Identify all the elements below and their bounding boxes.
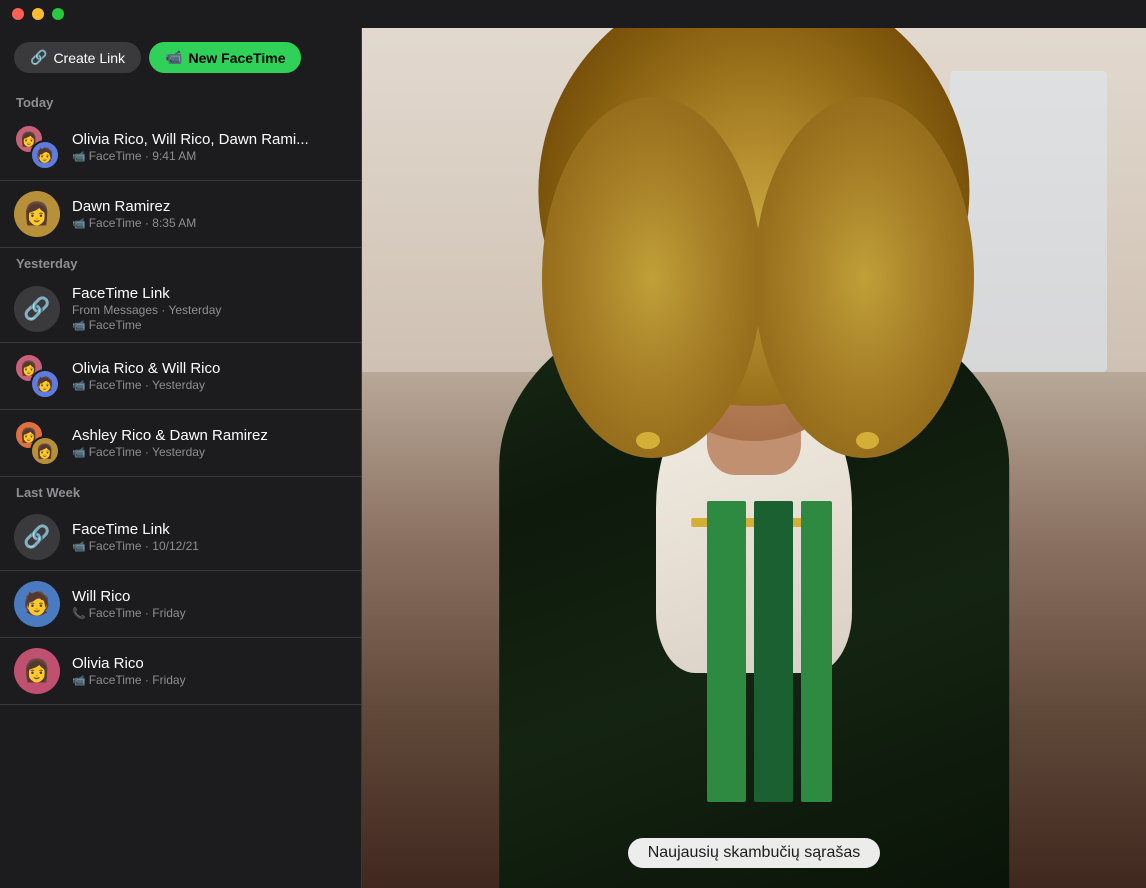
call-info: Olivia Rico, Will Rico, Dawn Rami... 📹 F…	[72, 131, 347, 163]
call-info: FaceTime Link 📹 FaceTime · 10/12/21	[72, 521, 347, 553]
group-avatar: 👩 🧑	[14, 124, 60, 170]
avatar-will: 🧑	[14, 581, 60, 627]
section-header-yesterday: Yesterday	[0, 248, 361, 275]
caption-area: Naujausių skambučių sąrašas	[362, 838, 1146, 888]
call-info: Ashley Rico & Dawn Ramirez 📹 FaceTime · …	[72, 427, 347, 459]
list-item[interactable]: 👩 Dawn Ramirez 📹 FaceTime · 8:35 AM	[0, 181, 361, 248]
new-facetime-label: New FaceTime	[188, 50, 285, 66]
avatar-link: 🔗	[14, 286, 60, 332]
link-icon: 🔗	[30, 49, 47, 66]
maximize-button[interactable]	[52, 8, 64, 20]
call-name: Olivia Rico & Will Rico	[72, 360, 347, 377]
video-area: Naujausių skambučių sąrašas	[362, 28, 1146, 888]
group-avatar: 👩 👩	[14, 420, 60, 466]
chain-link-icon: 🔗	[23, 296, 50, 322]
sidebar: 🔗 Create Link 📹 New FaceTime Today 👩 🧑 O…	[0, 28, 362, 888]
call-name: Ashley Rico & Dawn Ramirez	[72, 427, 347, 444]
call-subtitle: 📹 FaceTime · 9:41 AM	[72, 149, 347, 163]
avatar-dawn: 👩	[30, 436, 60, 466]
call-name: Will Rico	[72, 588, 347, 605]
call-name: Dawn Ramirez	[72, 198, 347, 215]
call-subtitle: 📹 FaceTime · Yesterday	[72, 445, 347, 459]
call-subtitle: 📞 FaceTime · Friday	[72, 606, 347, 620]
toolbar: 🔗 Create Link 📹 New FaceTime	[0, 28, 361, 87]
call-info: Dawn Ramirez 📹 FaceTime · 8:35 AM	[72, 198, 347, 230]
section-header-today: Today	[0, 87, 361, 114]
list-item[interactable]: 👩 🧑 Olivia Rico, Will Rico, Dawn Rami...…	[0, 114, 361, 181]
video-icon: 📹	[72, 540, 86, 553]
call-name: FaceTime Link	[72, 521, 347, 538]
list-item[interactable]: 👩 🧑 Olivia Rico & Will Rico 📹 FaceTime ·…	[0, 343, 361, 410]
create-link-label: Create Link	[53, 50, 125, 66]
title-bar	[0, 0, 1146, 28]
close-button[interactable]	[12, 8, 24, 20]
list-item[interactable]: 🧑 Will Rico 📞 FaceTime · Friday	[0, 571, 361, 638]
list-item[interactable]: 👩 Olivia Rico 📹 FaceTime · Friday	[0, 638, 361, 705]
avatar-will: 🧑	[30, 369, 60, 399]
create-link-button[interactable]: 🔗 Create Link	[14, 42, 141, 73]
video-icon: 📹	[72, 379, 86, 392]
chain-link-icon: 🔗	[23, 524, 50, 550]
call-subtitle: 📹 FaceTime · Friday	[72, 673, 347, 687]
video-icon: 📹	[72, 674, 86, 687]
video-icon: 📹	[72, 150, 86, 163]
call-info: Will Rico 📞 FaceTime · Friday	[72, 588, 347, 620]
call-name: Olivia Rico	[72, 655, 347, 672]
list-item[interactable]: 🔗 FaceTime Link 📹 FaceTime · 10/12/21	[0, 504, 361, 571]
avatar-olivia: 👩	[14, 648, 60, 694]
video-icon: 📹	[72, 319, 86, 332]
video-icon: 📹	[72, 217, 86, 230]
phone-icon: 📞	[72, 607, 86, 620]
call-subtitle: 📹 FaceTime · Yesterday	[72, 378, 347, 392]
video-icon: 📹	[72, 446, 86, 459]
avatar-link: 🔗	[14, 514, 60, 560]
call-subtitle: 📹 FaceTime · 8:35 AM	[72, 216, 347, 230]
call-name: FaceTime Link	[72, 285, 347, 302]
avatar-dawn: 👩	[14, 191, 60, 237]
call-info: FaceTime Link From Messages · Yesterday …	[72, 285, 347, 332]
call-info: Olivia Rico & Will Rico 📹 FaceTime · Yes…	[72, 360, 347, 392]
section-header-lastweek: Last Week	[0, 477, 361, 504]
main-layout: 🔗 Create Link 📹 New FaceTime Today 👩 🧑 O…	[0, 28, 1146, 888]
new-facetime-button[interactable]: 📹 New FaceTime	[149, 42, 301, 73]
avatar-will: 🧑	[30, 140, 60, 170]
video-camera-icon: 📹	[165, 49, 182, 66]
call-subtitle: 📹 FaceTime · 10/12/21	[72, 539, 347, 553]
list-item[interactable]: 🔗 FaceTime Link From Messages · Yesterda…	[0, 275, 361, 343]
call-info: Olivia Rico 📹 FaceTime · Friday	[72, 655, 347, 687]
minimize-button[interactable]	[32, 8, 44, 20]
list-item[interactable]: 👩 👩 Ashley Rico & Dawn Ramirez 📹 FaceTim…	[0, 410, 361, 477]
caption-text: Naujausių skambučių sąrašas	[628, 838, 881, 868]
call-subtitle-line2: 📹 FaceTime	[72, 318, 347, 332]
group-avatar: 👩 🧑	[14, 353, 60, 399]
call-subtitle-line1: From Messages · Yesterday	[72, 303, 347, 317]
call-name: Olivia Rico, Will Rico, Dawn Rami...	[72, 131, 347, 148]
